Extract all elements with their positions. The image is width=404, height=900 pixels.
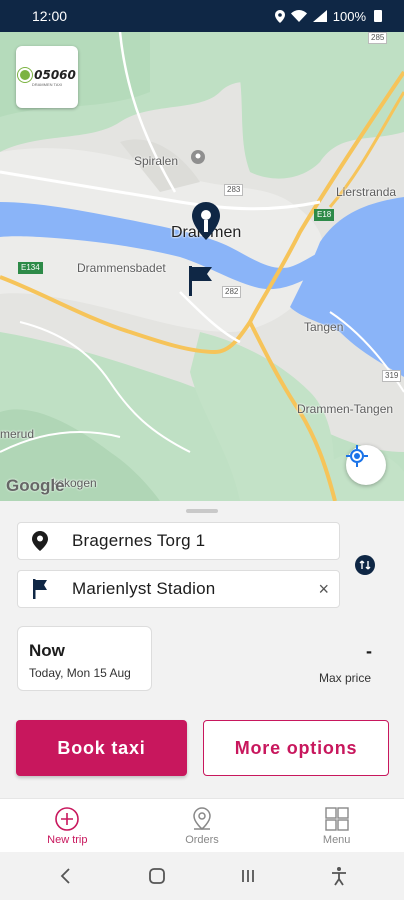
nav-new-trip[interactable]: New trip <box>0 799 135 852</box>
pickup-time-card[interactable]: Now Today, Mon 15 Aug <box>17 626 152 691</box>
pickup-time-date: Today, Mon 15 Aug <box>29 666 131 680</box>
recents-icon[interactable] <box>228 856 268 896</box>
grid-icon <box>324 807 349 831</box>
map-label-drammen-tangen: Drammen-Tangen <box>297 402 394 416</box>
status-icons: 100% <box>274 8 382 24</box>
pickup-field[interactable]: Bragernes Torg 1 <box>17 522 340 560</box>
road-shield-e18: E18 <box>314 209 335 221</box>
road-shield-282: 282 <box>222 286 242 298</box>
location-pin-icon <box>193 807 211 830</box>
road-shield-283: 283 <box>224 184 244 196</box>
status-time: 12:00 <box>32 8 68 24</box>
crosshair-icon <box>346 445 368 467</box>
signal-icon <box>312 10 327 22</box>
destination-field[interactable]: Marienlyst Stadion × <box>17 570 340 608</box>
battery-percent: 100% <box>332 8 366 24</box>
map-label-spiralen: Spiralen <box>134 154 179 168</box>
location-icon <box>274 9 285 23</box>
nav-new-trip-label: New trip <box>47 834 88 846</box>
map-label-drammensbadet: Drammensbadet <box>77 261 166 275</box>
accessibility-icon[interactable] <box>319 856 359 896</box>
clear-destination-button[interactable]: × <box>318 579 329 599</box>
battery-icon <box>374 10 382 22</box>
logo-text: 05060 <box>34 67 76 82</box>
nav-orders[interactable]: Orders <box>135 799 270 852</box>
google-attribution: Google <box>6 476 65 495</box>
nav-menu[interactable]: Menu <box>269 799 404 852</box>
max-price-value[interactable]: - <box>366 641 372 662</box>
trip-sheet: Bragernes Torg 1 Marienlyst Stadion × No… <box>0 501 404 798</box>
swap-icon <box>359 560 371 570</box>
wifi-icon <box>290 10 307 22</box>
logo-mark <box>18 67 33 82</box>
system-navigation <box>0 852 404 900</box>
nav-orders-label: Orders <box>185 834 219 846</box>
map-view[interactable]: 05060 DRAMMEN TAXI Spiralen Drammen Dram… <box>0 32 404 501</box>
pickup-address: Bragernes Torg 1 <box>72 531 206 550</box>
map-label-merud: merud <box>0 427 35 441</box>
location-pin-icon <box>32 531 48 551</box>
max-price-label: Max price <box>319 671 372 685</box>
road-shield-285: 285 <box>368 32 388 44</box>
nav-menu-label: Menu <box>322 834 351 846</box>
sheet-handle[interactable] <box>186 509 218 513</box>
poi-icon <box>191 150 205 164</box>
logo-subtext: DRAMMEN TAXI <box>31 81 63 87</box>
map-label-tangen: Tangen <box>304 320 344 334</box>
back-icon[interactable] <box>46 856 86 896</box>
pickup-time-title: Now <box>29 641 65 660</box>
bottom-navigation: New trip Orders Menu <box>0 798 404 852</box>
status-bar: 12:00 100% <box>0 0 404 32</box>
book-taxi-button[interactable]: Book taxi <box>16 720 187 776</box>
swap-locations-button[interactable] <box>355 555 375 575</box>
plus-circle-icon <box>55 807 80 831</box>
road-shield-319: 319 <box>382 370 402 382</box>
destination-address: Marienlyst Stadion <box>72 579 216 598</box>
map-label-lierstranda: Lierstranda <box>336 185 397 199</box>
my-location-button[interactable] <box>346 445 386 485</box>
more-options-button[interactable]: More options <box>203 720 389 776</box>
home-icon[interactable] <box>137 856 177 896</box>
road-shield-e134: E134 <box>18 262 43 274</box>
operator-logo: 05060 DRAMMEN TAXI <box>16 46 78 108</box>
flag-icon <box>33 579 47 599</box>
